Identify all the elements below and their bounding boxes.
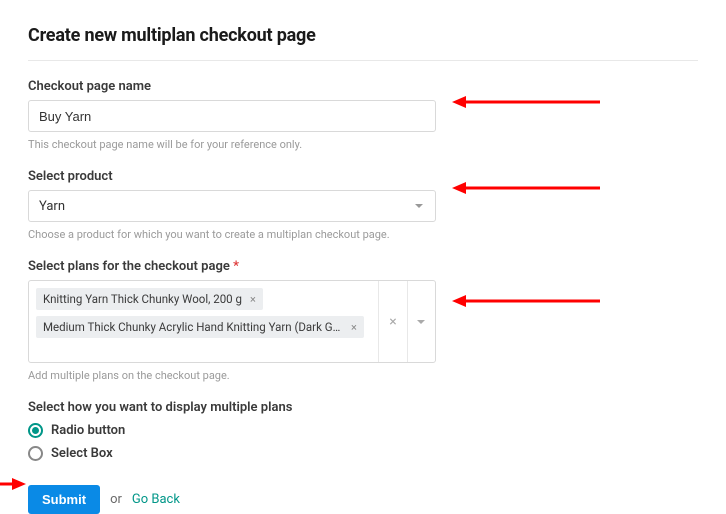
multiselect-clear-button[interactable]: × — [379, 281, 407, 362]
go-back-link[interactable]: Go Back — [132, 492, 180, 507]
multiselect-controls: × — [378, 281, 435, 362]
close-icon: × — [389, 315, 396, 329]
plans-multiselect[interactable]: Knitting Yarn Thick Chunky Wool, 200 g ×… — [28, 280, 436, 363]
form-footer: Submit or Go Back — [28, 485, 698, 514]
checkout-name-label: Checkout page name — [28, 79, 698, 94]
checkout-name-input[interactable] — [28, 100, 436, 132]
multiselect-expand-button[interactable] — [407, 281, 435, 362]
chip-remove-icon[interactable]: × — [250, 293, 256, 306]
radio-icon-checked — [28, 423, 43, 438]
checkout-name-help: This checkout page name will be for your… — [28, 138, 698, 151]
chevron-down-icon — [417, 320, 425, 324]
plan-chip-label: Knitting Yarn Thick Chunky Wool, 200 g — [43, 292, 242, 306]
radio-option-select-box[interactable]: Select Box — [28, 446, 698, 461]
display-mode-label: Select how you want to display multiple … — [28, 400, 698, 415]
submit-button[interactable]: Submit — [28, 485, 100, 514]
or-text: or — [110, 492, 122, 507]
plan-chip-label: Medium Thick Chunky Acrylic Hand Knittin… — [43, 320, 343, 334]
radio-label: Radio button — [51, 423, 125, 438]
plans-help: Add multiple plans on the checkout page. — [28, 369, 698, 382]
plan-chip: Medium Thick Chunky Acrylic Hand Knittin… — [36, 316, 364, 338]
plans-chips-container: Knitting Yarn Thick Chunky Wool, 200 g ×… — [29, 281, 378, 362]
field-plans: Select plans for the checkout page * Kni… — [28, 259, 698, 382]
radio-icon-unchecked — [28, 446, 43, 461]
annotation-arrow — [0, 476, 26, 492]
chip-remove-icon[interactable]: × — [351, 321, 357, 334]
field-display-mode: Select how you want to display multiple … — [28, 400, 698, 461]
chevron-down-icon — [415, 204, 423, 208]
radio-option-radio-button[interactable]: Radio button — [28, 423, 698, 438]
page-title: Create new multiplan checkout page — [28, 25, 698, 46]
product-select[interactable]: Yarn — [28, 190, 436, 222]
field-checkout-name: Checkout page name This checkout page na… — [28, 79, 698, 151]
radio-label: Select Box — [51, 446, 113, 461]
required-asterisk: * — [233, 259, 239, 274]
plan-chip: Knitting Yarn Thick Chunky Wool, 200 g × — [36, 288, 263, 310]
product-label: Select product — [28, 169, 698, 184]
divider — [28, 60, 698, 61]
field-product: Select product Yarn Choose a product for… — [28, 169, 698, 241]
plans-label: Select plans for the checkout page * — [28, 259, 698, 274]
product-select-value: Yarn — [39, 199, 415, 214]
product-help: Choose a product for which you want to c… — [28, 228, 698, 241]
